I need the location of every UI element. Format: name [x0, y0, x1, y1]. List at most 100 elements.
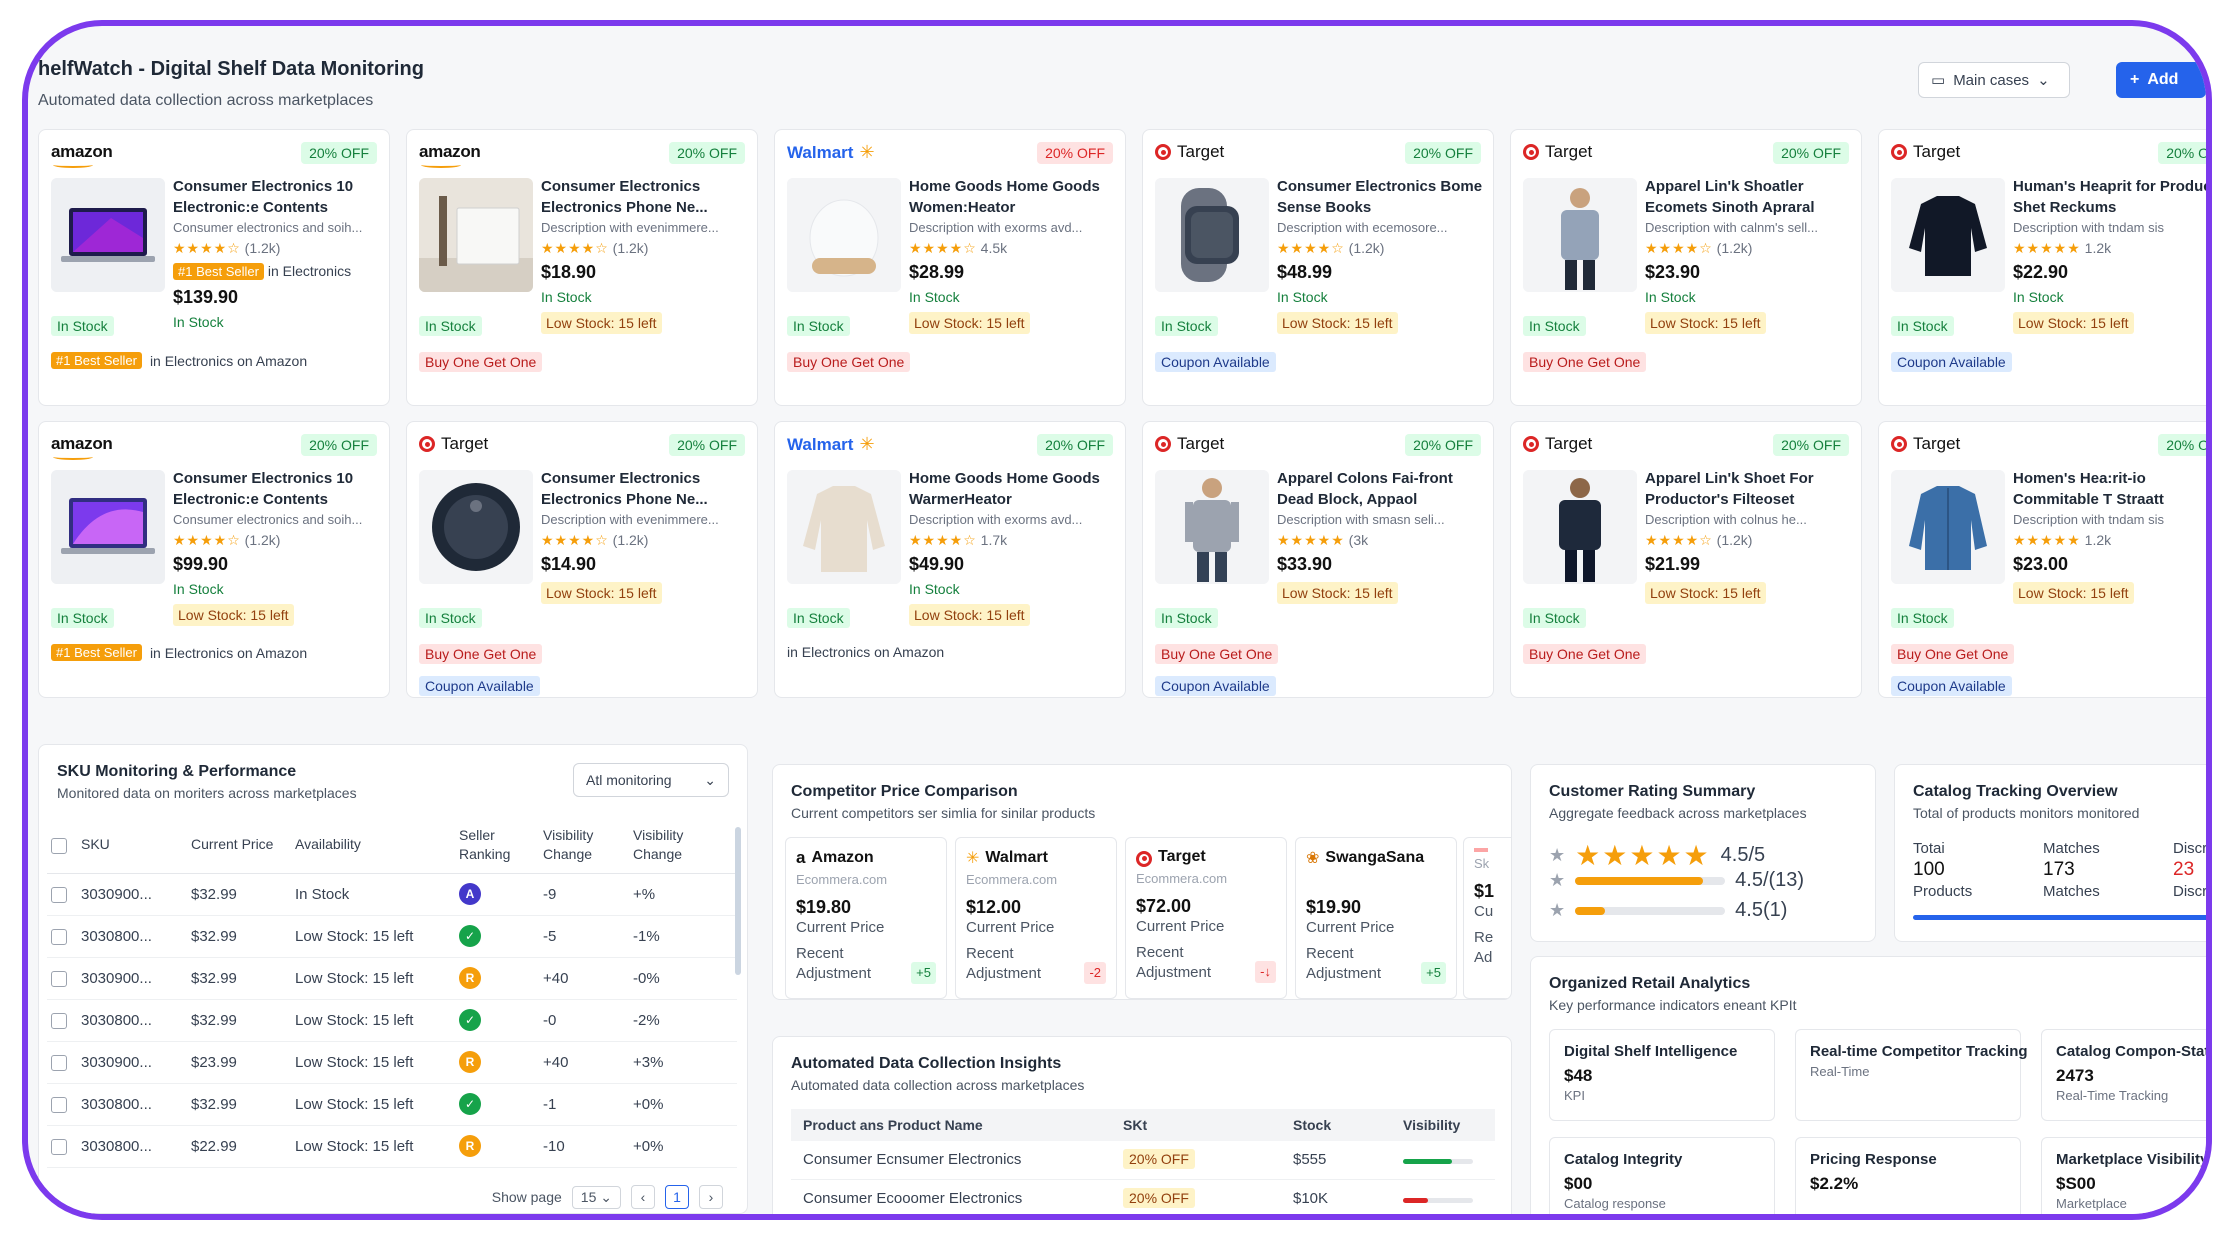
promo-badge[interactable]: Buy One Get One: [419, 644, 543, 664]
col-availability[interactable]: Availability: [291, 817, 455, 874]
product-name[interactable]: Consumer Electronics 10 Electronic:e Con…: [173, 468, 385, 510]
product-image[interactable]: [787, 178, 901, 292]
row-checkbox[interactable]: [51, 970, 67, 987]
table-row[interactable]: 3030800... $32.99 Low Stock: 15 left ✓ -1 +0%: [47, 1083, 737, 1126]
product-name[interactable]: Consumer Electronics 10 Electronic:e Con…: [173, 176, 385, 218]
competitor-card[interactable]: ✳ Walmart Ecommera.com $12.00 Current Price R…: [955, 837, 1117, 999]
promo-badge[interactable]: Buy One Get One: [1523, 644, 1647, 664]
promo-badge[interactable]: Buy One Get One: [1155, 644, 1279, 664]
row-checkbox[interactable]: [51, 1012, 67, 1029]
competitor-card[interactable]: Target Ecommera.com $72.00 Current Price Rec…: [1125, 837, 1287, 999]
kpi-card[interactable]: Digital Shelf Intelligence $48 KPI: [1549, 1029, 1775, 1121]
row-select-cell[interactable]: [47, 1125, 77, 1168]
table-scrollbar[interactable]: [735, 827, 741, 975]
kpi-card[interactable]: Real-time Competitor Tracking Real-Time: [1795, 1029, 2028, 1121]
product-name[interactable]: Human's Heaprit for Product Shet Reckums: [2013, 176, 2206, 218]
row-checkbox[interactable]: [51, 1096, 67, 1113]
product-image[interactable]: [51, 178, 165, 292]
select-all-checkbox[interactable]: [51, 837, 67, 854]
product-card[interactable]: Walmart ✳ 20% OFF Home Goods Home Goods Wom…: [774, 129, 1126, 406]
col-sku[interactable]: SKU: [77, 817, 187, 874]
competitor-card[interactable]: ❀ SwangaSana $19.90 Current Price Recent Ad…: [1295, 837, 1457, 999]
promo-badge[interactable]: Buy One Get One: [1523, 352, 1647, 372]
table-row[interactable]: 3030800... $32.99 Low Stock: 15 left ✓ -0 -2%: [47, 999, 737, 1042]
product-image[interactable]: [51, 470, 165, 584]
col-current-price[interactable]: Current Price: [187, 817, 291, 874]
kpi-card[interactable]: Catalog Compon-State 2473 Real-Time Tracki…: [2041, 1029, 2206, 1121]
product-name[interactable]: Apparel Colons Fai-front Dead Block, App…: [1277, 468, 1489, 510]
product-image[interactable]: [1891, 470, 2005, 584]
product-card[interactable]: Walmart ✳ 20% OFF Home Goods Home Goods War…: [774, 421, 1126, 698]
product-card[interactable]: Target 20% OFF Consumer Electronics Bome S…: [1142, 129, 1494, 406]
promo-badge[interactable]: Buy One Get One: [1891, 644, 2015, 664]
col-visibility-change-2[interactable]: Visibility Change: [629, 817, 737, 874]
select-all-cell[interactable]: [47, 817, 77, 874]
table-row[interactable]: 3030900... $32.99 Low Stock: 15 left R +40 -0…: [47, 957, 737, 1000]
promo-badge[interactable]: #1 Best Seller: [51, 352, 142, 369]
promo-badge[interactable]: Coupon Available: [1891, 352, 2012, 372]
product-image[interactable]: [419, 178, 533, 292]
product-card[interactable]: Target 20% OFF Apparel Colons Fai-front De…: [1142, 421, 1494, 698]
row-checkbox[interactable]: [51, 1138, 67, 1155]
product-card[interactable]: amazon 20% OFF Consumer Electronics 10 Ele…: [38, 129, 390, 406]
col-stock[interactable]: Stock: [1281, 1109, 1391, 1141]
product-card[interactable]: Target 20% OFF Consumer Electronics Electr…: [406, 421, 758, 698]
product-name[interactable]: Consumer Electronics Bome Sense Books: [1277, 176, 1489, 218]
add-button[interactable]: + Add: [2116, 62, 2206, 98]
page-size-select[interactable]: 15 ⌄: [571, 1185, 621, 1209]
product-image[interactable]: [787, 470, 901, 584]
product-card[interactable]: Target 20% OFF Apparel Lin'k Shoatler Ecom…: [1510, 129, 1862, 406]
promo-badge[interactable]: Buy One Get One: [787, 352, 911, 372]
kpi-card[interactable]: Catalog Integrity $00 Catalog response: [1549, 1137, 1775, 1214]
table-row[interactable]: 3030900... $23.99 Low Stock: 15 left R +40 +3…: [47, 1041, 737, 1084]
row-select-cell[interactable]: [47, 1041, 77, 1084]
product-card[interactable]: Target 20% OFF Apparel Lin'k Shoet For Pro…: [1510, 421, 1862, 698]
table-row[interactable]: 3030800... $22.99 Low Stock: 15 left R -10 +0…: [47, 1125, 737, 1168]
product-card[interactable]: amazon 20% OFF Consumer Electronics 10 Ele…: [38, 421, 390, 698]
product-name[interactable]: Consumer Electronics Electronics Phone N…: [541, 176, 753, 218]
row-select-cell[interactable]: [47, 957, 77, 1000]
kpi-card[interactable]: Pricing Response $2.2%: [1795, 1137, 2021, 1214]
product-name[interactable]: Consumer Electronics Electronics Phone N…: [541, 468, 753, 510]
col-visibility-change[interactable]: Visibility Change: [539, 817, 629, 874]
promo-badge[interactable]: Buy One Get One: [419, 352, 543, 372]
promo-badge[interactable]: Coupon Available: [1155, 352, 1276, 372]
next-page-button[interactable]: ›: [699, 1185, 723, 1209]
product-image[interactable]: [419, 470, 533, 584]
table-row[interactable]: Consumer Ecnsumer Electronics 20% OFF $555: [791, 1141, 1495, 1180]
product-image[interactable]: [1891, 178, 2005, 292]
main-cases-dropdown[interactable]: ▭ Main cases ⌄: [1918, 62, 2070, 98]
row-select-cell[interactable]: [47, 915, 77, 958]
product-name[interactable]: Apparel Lin'k Shoet For Productor's Filt…: [1645, 468, 1857, 510]
product-image[interactable]: [1523, 470, 1637, 584]
product-image[interactable]: [1155, 178, 1269, 292]
product-name[interactable]: Home Goods Home Goods WarmerHeator: [909, 468, 1121, 510]
col-product-name[interactable]: Product ans Product Name: [791, 1109, 1111, 1141]
table-row[interactable]: 3030800... $32.99 Low Stock: 15 left ✓ -5 -1%: [47, 915, 737, 958]
col-skt[interactable]: SKt: [1111, 1109, 1281, 1141]
coupon-badge[interactable]: Coupon Available: [419, 676, 540, 696]
kpi-card[interactable]: Marketplace Visibility $S00 Marketplace: [2041, 1137, 2206, 1214]
row-select-cell[interactable]: [47, 999, 77, 1042]
product-name[interactable]: Home Goods Home Goods Women:Heator: [909, 176, 1121, 218]
product-card[interactable]: amazon 20% OFF Consumer Electronics Electr…: [406, 129, 758, 406]
product-name[interactable]: Apparel Lin'k Shoatler Ecomets Sinoth Ap…: [1645, 176, 1857, 218]
product-card[interactable]: Target 20% O Homen's Hea:rit-io Commitable…: [1878, 421, 2206, 698]
coupon-badge[interactable]: Coupon Available: [1891, 676, 2012, 696]
col-seller-ranking[interactable]: Seller Ranking: [455, 817, 539, 874]
product-name[interactable]: Homen's Hea:rit-io Commitable T Straatt: [2013, 468, 2206, 510]
product-image[interactable]: [1523, 178, 1637, 292]
monitoring-filter-dropdown[interactable]: Atl monitoring ⌄: [573, 763, 729, 797]
table-row[interactable]: 3030900... $32.99 In Stock A -9 +%: [47, 873, 737, 916]
table-row[interactable]: Consumer Ecooomer Electronics 20% OFF $10K: [791, 1179, 1495, 1214]
page-button-current[interactable]: 1: [665, 1185, 689, 1209]
coupon-badge[interactable]: Coupon Available: [1155, 676, 1276, 696]
row-select-cell[interactable]: [47, 873, 77, 916]
row-checkbox[interactable]: [51, 928, 67, 945]
product-image[interactable]: [1155, 470, 1269, 584]
row-checkbox[interactable]: [51, 886, 67, 903]
col-visibility[interactable]: Visibility: [1391, 1109, 1495, 1141]
product-card[interactable]: Target 20% O Human's Heaprit for Product S…: [1878, 129, 2206, 406]
row-checkbox[interactable]: [51, 1054, 67, 1071]
competitor-card[interactable]: a Amazon Ecommera.com $19.80 Current Price Re…: [785, 837, 947, 999]
